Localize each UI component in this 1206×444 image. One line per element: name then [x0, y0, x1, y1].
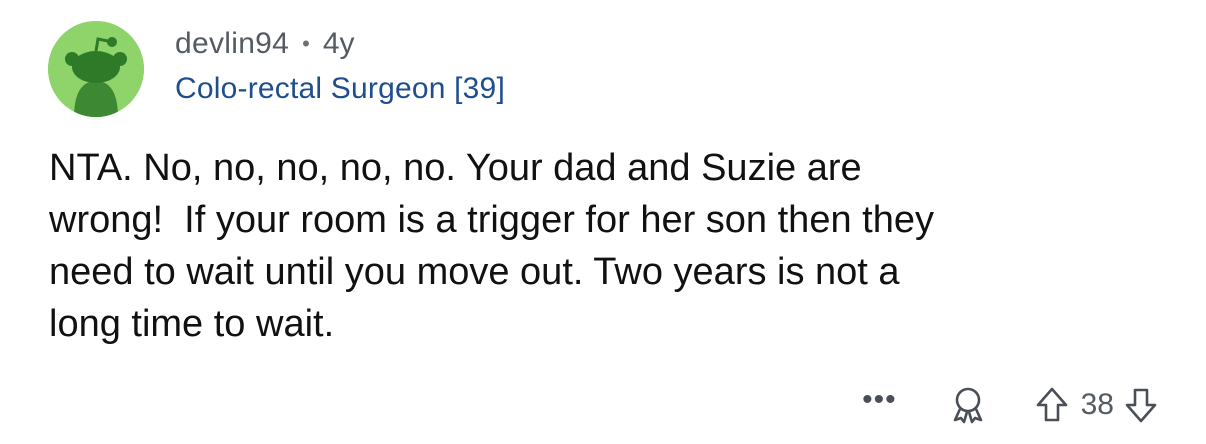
vote-score: 38 [1080, 388, 1114, 421]
snoo-avatar-icon [48, 21, 144, 117]
upvote-button[interactable] [1035, 386, 1069, 424]
downvote-button[interactable] [1124, 386, 1158, 424]
comment-actions: ••• 38 [862, 380, 1158, 430]
user-flair: Colo-rectal Surgeon [39] [175, 72, 505, 105]
comment-age: 4y [322, 27, 355, 60]
award-button[interactable] [949, 386, 987, 424]
user-avatar[interactable] [48, 21, 144, 117]
award-icon [953, 387, 982, 424]
vote-controls: 38 [1035, 386, 1158, 424]
comment-header: devlin94 • 4y Colo-rectal Surgeon [39] [175, 20, 505, 106]
username-link[interactable]: devlin94 [175, 27, 289, 61]
more-options-button[interactable]: ••• [862, 385, 897, 425]
meta-separator: • [302, 31, 310, 56]
comment-body: NTA. No, no, no, no, no. Your dad and Su… [49, 147, 934, 345]
upvote-arrow-icon [1036, 387, 1067, 422]
downvote-arrow-icon [1125, 388, 1157, 423]
